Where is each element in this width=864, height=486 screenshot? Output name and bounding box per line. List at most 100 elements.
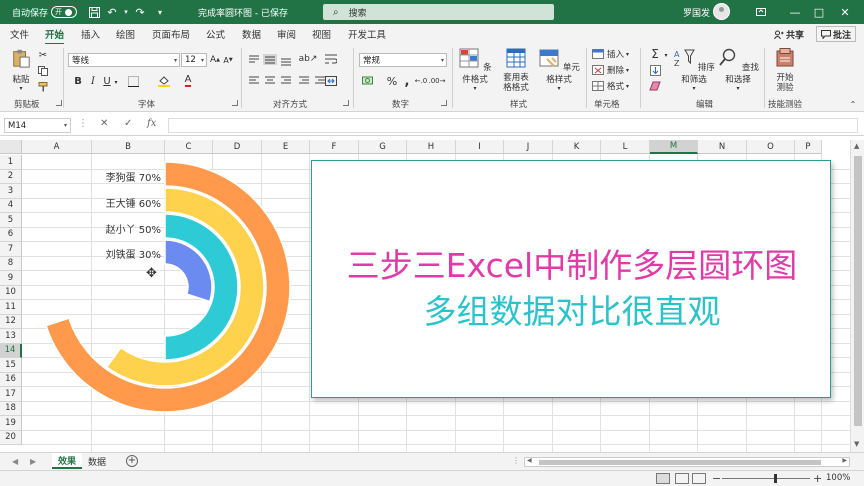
zoom-out-icon[interactable]: − <box>712 472 721 485</box>
number-launcher-icon[interactable] <box>441 100 447 106</box>
maximize-button[interactable]: □ <box>810 3 828 21</box>
tab-developer[interactable]: 开发工具 <box>348 27 386 41</box>
column-header-c[interactable]: C <box>165 140 213 154</box>
clipboard-launcher-icon[interactable] <box>56 100 62 106</box>
paste-button[interactable]: 粘贴 ▾ <box>8 48 34 92</box>
tab-insert[interactable]: 插入 <box>81 27 100 41</box>
row-header-2[interactable]: 2 <box>0 169 22 184</box>
row-header-5[interactable]: 5 <box>0 213 22 228</box>
page-layout-view-icon[interactable] <box>675 473 689 484</box>
formula-bar-handle-icon[interactable]: ⋮ <box>78 118 88 129</box>
row-header-18[interactable]: 18 <box>0 401 22 416</box>
select-all-corner[interactable] <box>0 140 22 154</box>
fill-icon[interactable] <box>648 63 662 77</box>
zoom-in-icon[interactable]: + <box>813 472 822 485</box>
increase-decimal-icon[interactable]: ←.0 <box>414 74 428 88</box>
close-button[interactable]: ✕ <box>836 3 854 21</box>
horizontal-scrollbar[interactable]: ◀ ▶ <box>524 457 850 467</box>
column-header-h[interactable]: H <box>407 140 456 154</box>
comma-style-icon[interactable]: , <box>401 74 413 89</box>
tab-page-layout[interactable]: 页面布局 <box>152 27 190 41</box>
column-header-j[interactable]: J <box>504 140 553 154</box>
borders-icon[interactable] <box>126 74 140 88</box>
row-header-3[interactable]: 3 <box>0 184 22 199</box>
horizontal-scroll-thumb[interactable] <box>539 460 821 465</box>
conditional-formatting-button[interactable]: 条件格式 ▾ <box>455 48 495 92</box>
collapse-ribbon-icon[interactable]: ⌃ <box>848 99 858 109</box>
page-break-view-icon[interactable] <box>692 473 706 484</box>
column-header-f[interactable]: F <box>310 140 359 154</box>
row-header-4[interactable]: 4 <box>0 198 22 213</box>
font-size-select[interactable]: 12 ▾ <box>181 53 207 67</box>
number-format-select[interactable]: 常规 ▾ <box>359 53 447 67</box>
tab-review[interactable]: 审阅 <box>277 27 296 41</box>
alignment-launcher-icon[interactable] <box>343 100 349 106</box>
underline-dropdown-icon[interactable]: ▾ <box>112 75 120 89</box>
row-header-10[interactable]: 10 <box>0 285 22 300</box>
scroll-up-icon[interactable]: ▲ <box>854 142 859 150</box>
zoom-level[interactable]: 100% <box>826 473 850 483</box>
column-header-o[interactable]: O <box>747 140 795 154</box>
row-header-6[interactable]: 6 <box>0 227 22 242</box>
save-icon[interactable] <box>86 4 102 20</box>
row-header-1[interactable]: 1 <box>0 155 22 170</box>
vertical-scroll-thumb[interactable] <box>854 156 862 426</box>
tab-file[interactable]: 文件 <box>10 27 29 41</box>
column-header-g[interactable]: G <box>359 140 407 154</box>
name-box[interactable]: M14 ▾ <box>4 118 71 133</box>
tab-data[interactable]: 数据 <box>242 27 261 41</box>
row-header-17[interactable]: 17 <box>0 387 22 402</box>
minimize-button[interactable]: — <box>786 3 804 21</box>
column-header-a[interactable]: A <box>22 140 92 154</box>
font-name-select[interactable]: 等线 ▾ <box>68 53 180 67</box>
column-header-k[interactable]: K <box>553 140 601 154</box>
tab-view[interactable]: 视图 <box>312 27 331 41</box>
ring-chart[interactable] <box>22 154 342 452</box>
row-header-20[interactable]: 20 <box>0 430 22 445</box>
confirm-entry-icon[interactable]: ✓ <box>124 118 132 129</box>
scroll-right-icon[interactable]: ▶ <box>842 457 847 464</box>
italic-icon[interactable]: I <box>87 74 99 88</box>
sheet-tab-effect[interactable]: 效果 <box>52 453 82 469</box>
insert-cells-button[interactable]: 插入 ▾ <box>592 47 629 61</box>
percent-style-icon[interactable]: % <box>386 74 398 88</box>
add-sheet-button[interactable]: + <box>126 455 138 467</box>
font-launcher-icon[interactable] <box>232 100 238 106</box>
clear-icon[interactable] <box>648 79 662 93</box>
zoom-slider-thumb[interactable] <box>774 474 777 483</box>
row-header-12[interactable]: 12 <box>0 314 22 329</box>
scroll-down-icon[interactable]: ▼ <box>854 440 859 448</box>
format-cells-button[interactable]: 格式 ▾ <box>592 79 629 93</box>
tab-split-handle-icon[interactable]: ⋮ <box>512 456 520 465</box>
column-header-e[interactable]: E <box>262 140 310 154</box>
prev-sheet-icon[interactable]: ◀ <box>12 457 18 466</box>
column-header-i[interactable]: I <box>456 140 504 154</box>
row-header-9[interactable]: 9 <box>0 271 22 286</box>
share-button[interactable]: 共享 <box>770 26 808 42</box>
column-header-n[interactable]: N <box>698 140 747 154</box>
comments-button[interactable]: 批注 <box>816 26 857 42</box>
copy-icon[interactable] <box>37 65 49 77</box>
orientation-icon[interactable]: ab↗ <box>299 52 318 66</box>
find-select-button[interactable]: 查找和选择 ▾ <box>717 48 759 92</box>
column-header-m[interactable]: M <box>650 140 698 154</box>
wrap-text-icon[interactable] <box>324 52 338 66</box>
vertical-scrollbar[interactable]: ▲ ▼ <box>850 140 864 452</box>
normal-view-icon[interactable] <box>656 473 670 484</box>
merge-center-icon[interactable] <box>324 74 338 88</box>
fill-color-icon[interactable] <box>157 74 171 88</box>
search-input[interactable]: ⌕ 搜索 <box>323 4 554 20</box>
cut-icon[interactable]: ✂ <box>37 49 49 61</box>
column-header-b[interactable]: B <box>92 140 165 154</box>
decrease-decimal-icon[interactable]: .00→ <box>429 74 446 88</box>
next-sheet-icon[interactable]: ▶ <box>30 457 36 466</box>
row-header-15[interactable]: 15 <box>0 358 22 373</box>
column-header-l[interactable]: L <box>601 140 650 154</box>
column-header-p[interactable]: P <box>795 140 822 154</box>
autosum-dropdown-icon[interactable]: ▾ <box>662 48 670 62</box>
formula-input[interactable] <box>168 118 858 133</box>
start-test-button[interactable]: 开始测验 <box>772 48 798 93</box>
sheet-tab-data[interactable]: 数据 <box>84 453 110 469</box>
tab-home[interactable]: 开始 <box>45 27 65 45</box>
row-header-8[interactable]: 8 <box>0 256 22 271</box>
